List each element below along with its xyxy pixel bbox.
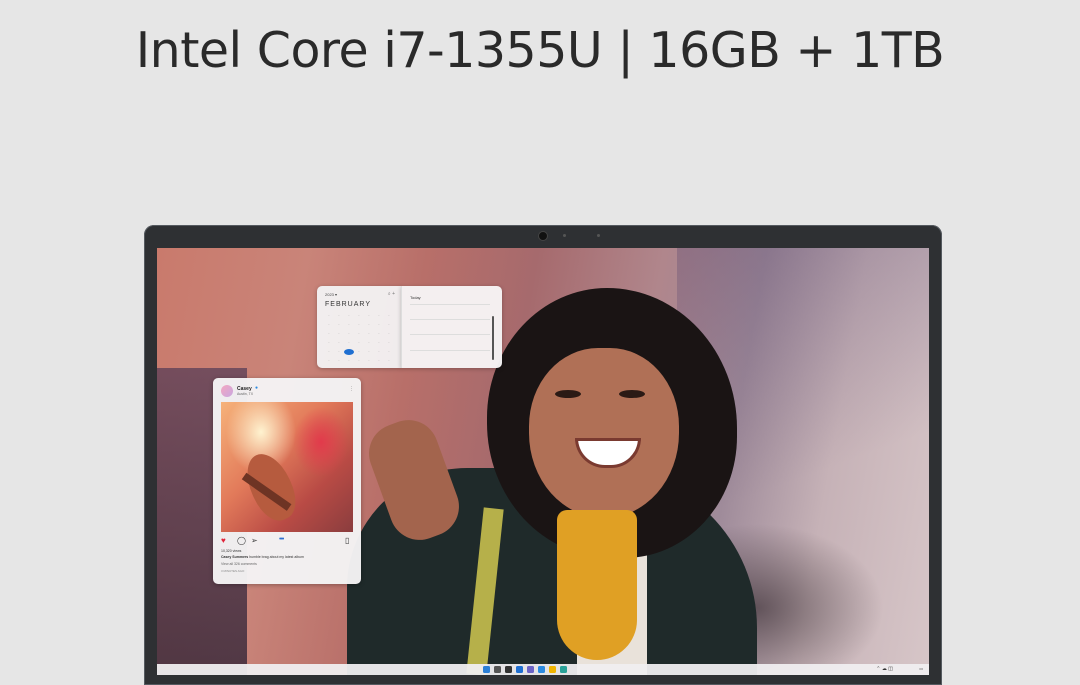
calendar-day[interactable]: · <box>334 331 344 337</box>
calendar-day[interactable]: · <box>364 322 374 328</box>
product-headline: Intel Core i7-1355U | 16GB + 1TB <box>135 22 945 79</box>
search-icon[interactable]: ⌕ <box>388 291 391 297</box>
share-icon[interactable]: ➢ <box>251 536 258 545</box>
calendar-day[interactable]: · <box>354 331 364 337</box>
calendar-day[interactable]: · <box>334 322 344 328</box>
calendar-year-selector[interactable]: 2023 ▾ <box>325 292 337 297</box>
wallpaper-eye-right <box>619 390 645 398</box>
calendar-day[interactable]: · <box>384 322 394 328</box>
agenda-event[interactable] <box>410 339 490 349</box>
verified-badge-icon: ● <box>255 385 259 391</box>
calendar-weekday: · <box>378 314 380 318</box>
webcam-icon <box>538 231 548 241</box>
post-caption: Casey Summers humble brag about my lates… <box>221 555 355 559</box>
calendar-weekday: · <box>348 314 350 318</box>
calendar-day[interactable]: · <box>384 331 394 337</box>
agenda-title: Today <box>410 295 421 300</box>
agenda-divider <box>410 334 490 335</box>
calendar-weekday: · <box>368 314 370 318</box>
more-options-icon[interactable]: ⋮ <box>349 386 354 392</box>
calendar-day[interactable]: · <box>374 340 384 346</box>
calendar-day[interactable]: · <box>344 358 354 364</box>
system-tray[interactable]: ⌃ ☁ ◫ <box>876 666 893 672</box>
avatar[interactable] <box>221 385 233 397</box>
calendar-day[interactable]: · <box>324 340 334 346</box>
laptop-screen: 2023 ▾ ⌕ + FEBRUARY · · · · · · · · · · · · · · · · · · · ·… <box>157 248 929 675</box>
taskbar: ⌃ ☁ ◫ ▭ <box>157 664 929 675</box>
calendar-day[interactable]: · <box>354 349 364 355</box>
bookmark-icon[interactable]: ▯ <box>345 536 349 545</box>
calendar-day[interactable]: · <box>334 349 344 355</box>
post-location: Austin, TX <box>237 392 254 396</box>
calendar-day[interactable]: · <box>384 358 394 364</box>
social-post-widget[interactable]: Casey ● Austin, TX ⋮ ♥ ◯ ➢ ••• ▯ 10,320 … <box>213 378 361 584</box>
calendar-day[interactable]: · <box>374 358 384 364</box>
calendar-day[interactable]: · <box>344 331 354 337</box>
agenda-widget[interactable]: Today <box>401 286 502 368</box>
calendar-day[interactable]: · <box>364 340 374 346</box>
calendar-day[interactable]: · <box>324 349 334 355</box>
agenda-divider <box>410 304 490 305</box>
calendar-grid: · · · · · · · · · · · · · · · · · · · · · · · · · · · · · · · · · · · · · · · ·… <box>324 313 394 364</box>
post-views: 10,320 views <box>221 549 242 553</box>
calendar-weekday: · <box>338 314 340 318</box>
calendar-day[interactable]: · <box>324 331 334 337</box>
taskbar-app-icon[interactable] <box>505 666 512 673</box>
taskbar-app-icon[interactable] <box>538 666 545 673</box>
taskbar-app-icon[interactable] <box>516 666 523 673</box>
calendar-day[interactable]: · <box>374 349 384 355</box>
taskbar-clock[interactable]: ▭ <box>919 666 923 671</box>
wallpaper-scarf <box>557 510 637 660</box>
taskbar-app-icon[interactable] <box>494 666 501 673</box>
sensor-dot-right <box>597 234 600 237</box>
calendar-day[interactable]: · <box>364 331 374 337</box>
calendar-weekday: · <box>388 314 390 318</box>
calendar-toolbar: ⌕ + <box>388 291 395 297</box>
agenda-scrollbar[interactable] <box>492 316 494 360</box>
start-menu-icon[interactable] <box>483 666 490 673</box>
calendar-day[interactable]: · <box>344 322 354 328</box>
photo-guitar <box>238 446 304 528</box>
calendar-weekday: · <box>358 314 360 318</box>
wallpaper-eye-left <box>555 390 581 398</box>
taskbar-app-icon[interactable] <box>549 666 556 673</box>
agenda-event[interactable] <box>410 323 490 333</box>
calendar-day[interactable]: · <box>364 349 374 355</box>
calendar-day[interactable]: · <box>344 340 354 346</box>
calendar-day[interactable]: · <box>334 358 344 364</box>
calendar-day[interactable]: · <box>324 358 334 364</box>
calendar-month: FEBRUARY <box>325 301 371 308</box>
view-comments-link[interactable]: View all 326 comments <box>221 562 257 566</box>
calendar-day[interactable]: · <box>324 322 334 328</box>
wallpaper-person-face <box>529 348 679 518</box>
taskbar-app-icon[interactable] <box>527 666 534 673</box>
comment-icon[interactable]: ◯ <box>237 536 246 545</box>
calendar-day[interactable]: · <box>384 340 394 346</box>
calendar-day[interactable]: · <box>354 358 364 364</box>
post-photo[interactable] <box>221 402 353 532</box>
calendar-day[interactable]: · <box>354 322 364 328</box>
agenda-divider <box>410 350 490 351</box>
calendar-day[interactable]: · <box>374 331 384 337</box>
carousel-dots-icon: ••• <box>279 536 284 543</box>
calendar-day[interactable]: · <box>374 322 384 328</box>
photo-guitar-neck <box>241 472 292 511</box>
sensor-dot-left <box>563 234 566 237</box>
like-heart-icon[interactable]: ♥ <box>221 536 226 545</box>
caption-text: humble brag about my latest album <box>249 555 304 559</box>
calendar-day[interactable]: · <box>384 349 394 355</box>
calendar-day[interactable]: · <box>364 358 374 364</box>
calendar-day[interactable] <box>344 349 354 355</box>
calendar-weekday: · <box>328 314 330 318</box>
calendar-day[interactable]: · <box>354 340 364 346</box>
agenda-event[interactable] <box>410 354 490 364</box>
taskbar-app-icon[interactable] <box>560 666 567 673</box>
add-icon[interactable]: + <box>392 291 395 297</box>
agenda-divider <box>410 319 490 320</box>
caption-username[interactable]: Casey Summers <box>221 555 248 559</box>
post-timestamp: 3 MINUTES AGO <box>221 569 245 573</box>
calendar-day[interactable]: · <box>334 340 344 346</box>
calendar-widget[interactable]: 2023 ▾ ⌕ + FEBRUARY · · · · · · · · · · · · · · · · · · · ·… <box>317 286 401 368</box>
agenda-event[interactable] <box>410 308 490 318</box>
